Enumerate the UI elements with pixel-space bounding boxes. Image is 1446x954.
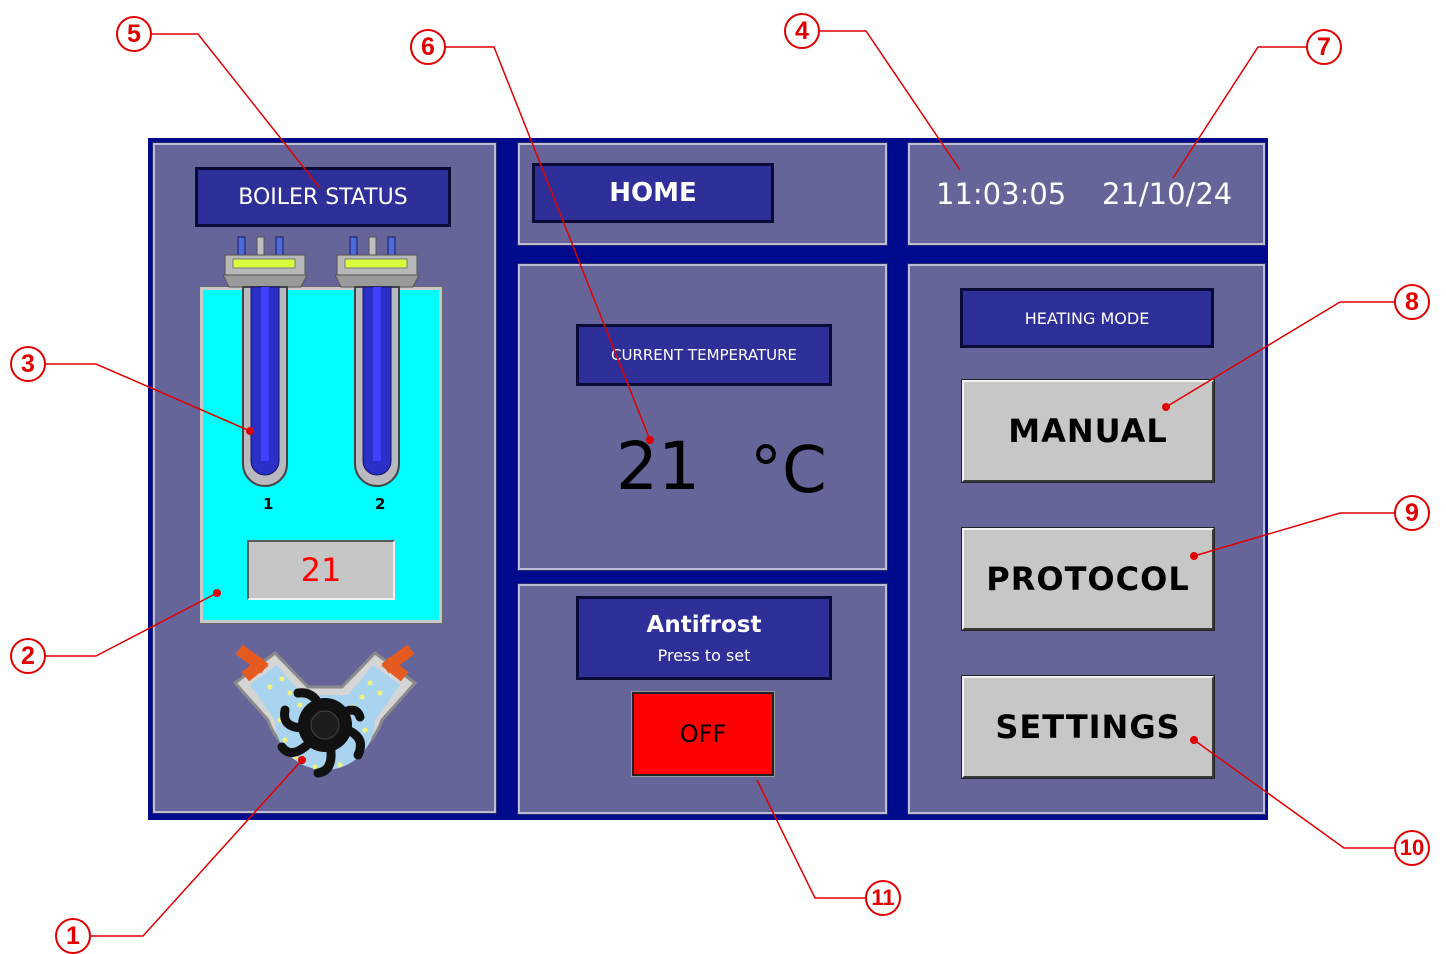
callout-2: 2 <box>10 638 46 674</box>
callout-9: 9 <box>1394 495 1430 531</box>
callout-3: 3 <box>10 346 46 382</box>
callout-5: 5 <box>116 16 152 52</box>
callout-8: 8 <box>1394 284 1430 320</box>
callout-4: 4 <box>784 13 820 49</box>
callout-11: 11 <box>865 880 901 916</box>
callout-10: 10 <box>1394 830 1430 866</box>
callout-7: 7 <box>1306 29 1342 65</box>
callout-lines <box>44 30 1394 937</box>
callout-1: 1 <box>55 918 91 954</box>
callout-6: 6 <box>410 29 446 65</box>
